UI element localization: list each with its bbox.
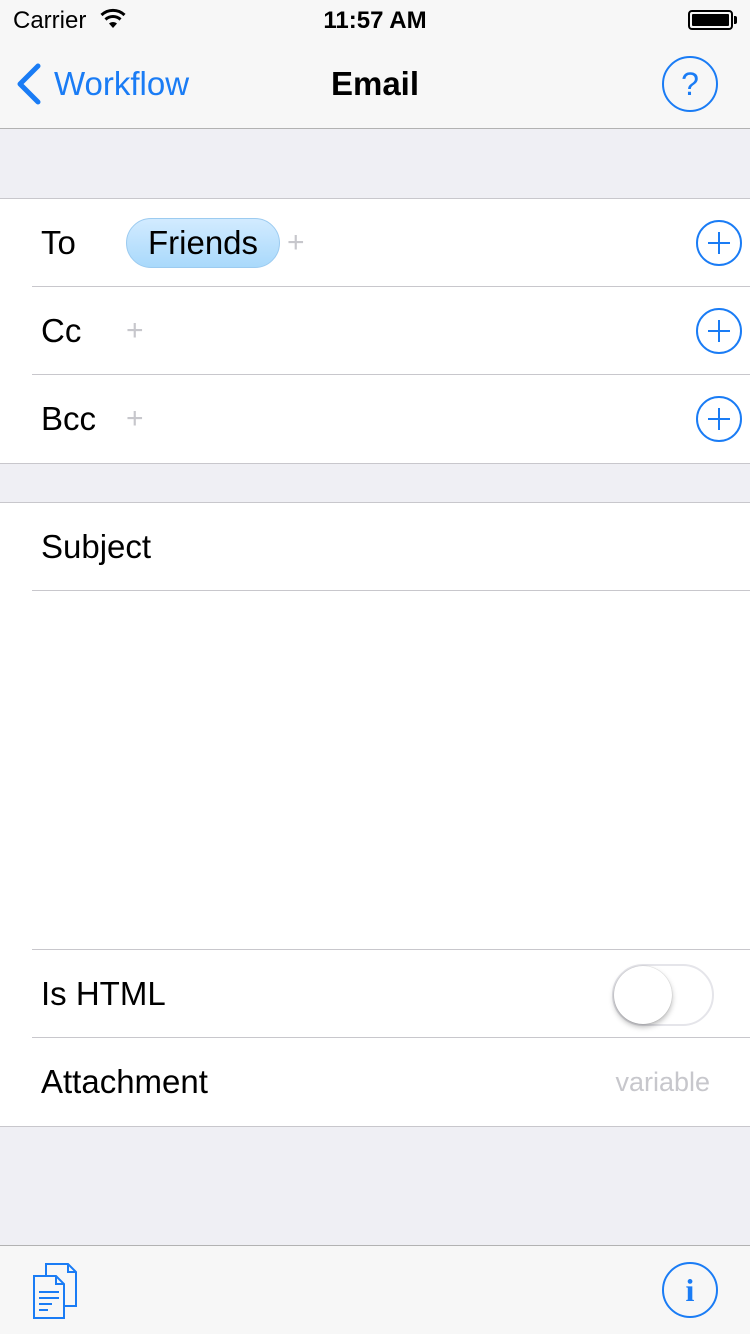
to-inline-add-icon[interactable]: + — [287, 199, 305, 287]
cc-add-button[interactable] — [696, 308, 742, 354]
battery-full-icon — [688, 10, 738, 30]
cc-label: Cc — [41, 312, 82, 349]
bcc-label: Bcc — [41, 400, 97, 437]
cc-inline-add-icon[interactable]: + — [126, 287, 144, 375]
attachment-row[interactable]: Attachment variable — [32, 1038, 750, 1126]
is-html-label: Is HTML — [41, 975, 166, 1012]
to-add-button[interactable] — [696, 220, 742, 266]
message-section: Subject Is HTML Attachment variable — [0, 502, 750, 1127]
subject-row[interactable]: Subject — [32, 503, 750, 591]
subject-field[interactable]: Subject — [41, 503, 151, 591]
attachment-label: Attachment — [41, 1063, 208, 1100]
message-body-field[interactable] — [32, 591, 750, 950]
bcc-inline-add-icon[interactable]: + — [126, 375, 144, 463]
to-label: To — [41, 224, 76, 261]
attachment-variable-field[interactable]: variable — [615, 1038, 710, 1126]
status-time: 11:57 AM — [323, 7, 427, 34]
is-html-row: Is HTML — [32, 950, 750, 1038]
to-row: To Friends + — [32, 199, 750, 287]
bottom-toolbar: i — [0, 1245, 750, 1334]
bcc-row: Bcc + — [32, 375, 750, 463]
help-icon: ? — [681, 65, 699, 102]
documents-icon[interactable] — [32, 1262, 80, 1320]
page-title: Email — [330, 65, 420, 102]
info-button[interactable]: i — [662, 1262, 718, 1318]
status-bar: Carrier 11:57 AM — [0, 0, 750, 40]
recipients-section: To Friends + Cc + Bcc + — [0, 198, 750, 464]
bcc-add-button[interactable] — [696, 396, 742, 442]
toggle-knob — [614, 966, 672, 1024]
cc-row: Cc + — [32, 287, 750, 375]
help-button[interactable]: ? — [662, 56, 718, 112]
navigation-bar: Workflow Email ? — [0, 40, 750, 129]
info-icon: i — [685, 1271, 695, 1308]
is-html-toggle[interactable] — [612, 964, 714, 1026]
recipient-token-friends[interactable]: Friends — [126, 218, 281, 268]
